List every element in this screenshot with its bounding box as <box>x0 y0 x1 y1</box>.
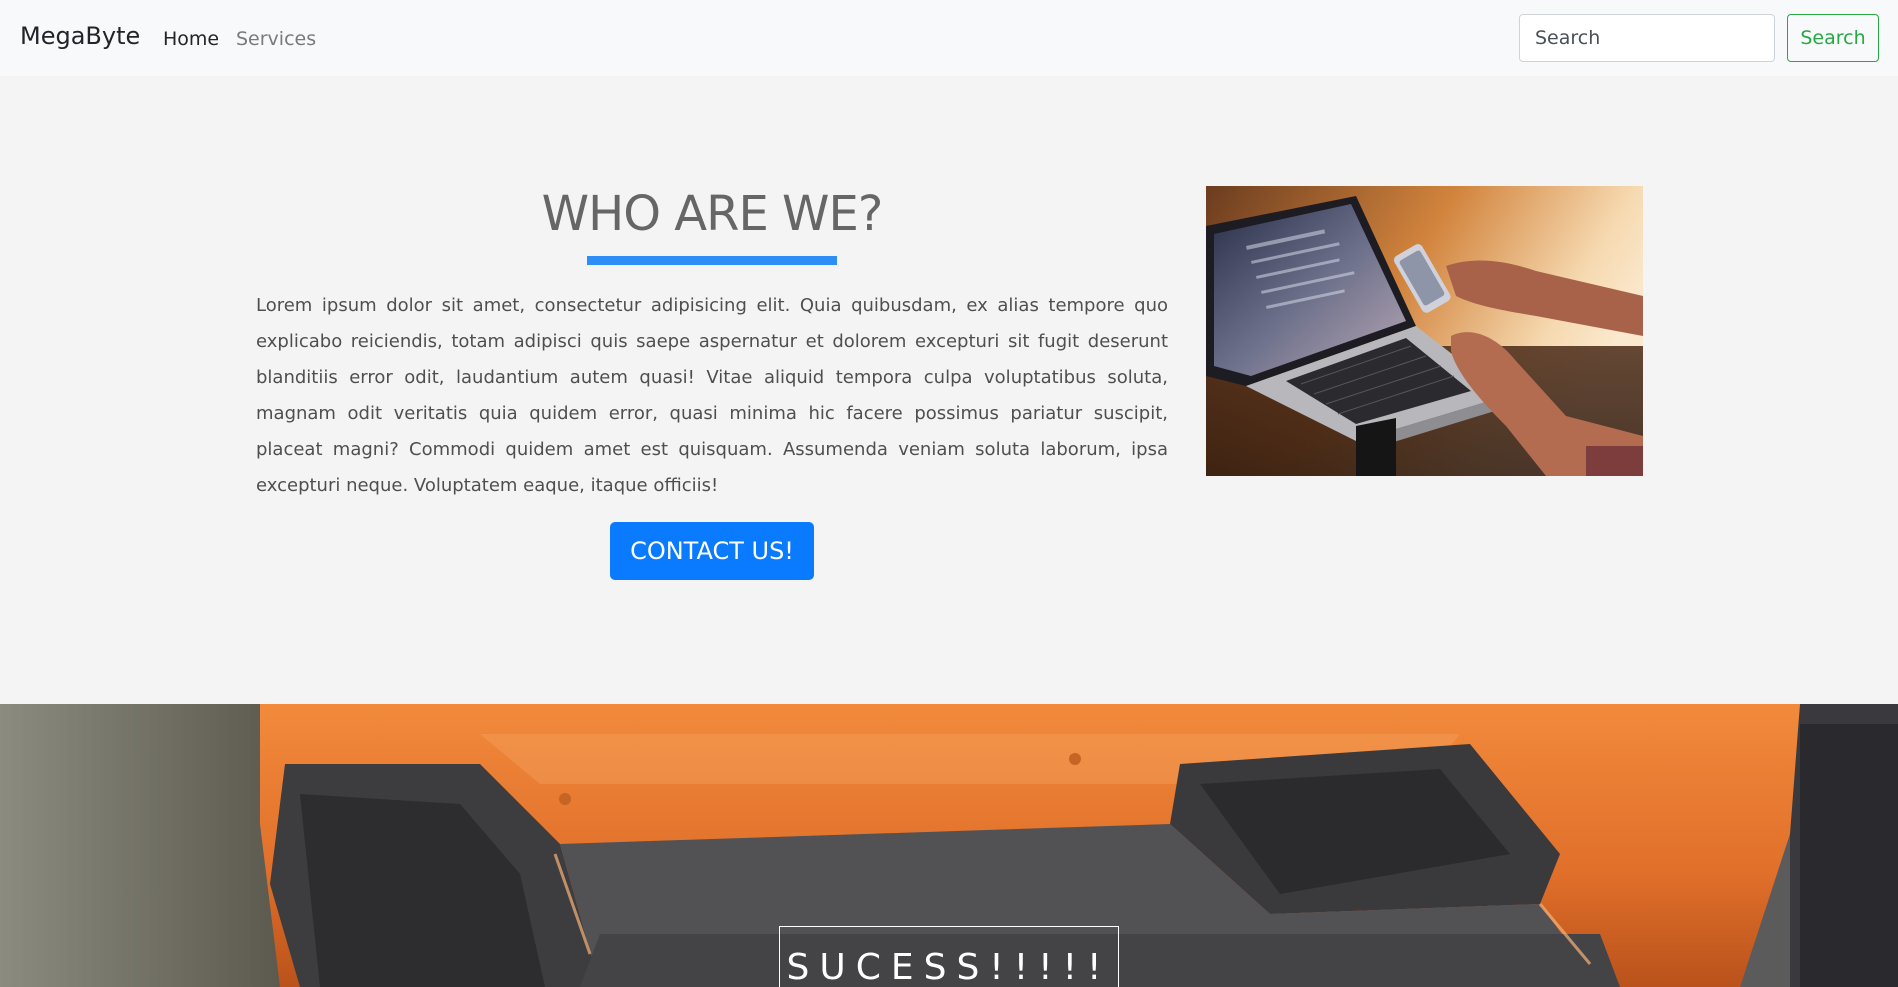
search-button[interactable]: Search <box>1787 14 1879 62</box>
laptop-image <box>1206 186 1643 476</box>
contact-us-button[interactable]: CONTACT US! <box>610 522 814 580</box>
about-text: Lorem ipsum dolor sit amet, consectetur … <box>256 295 1168 496</box>
about-title: WHO ARE WE? <box>541 186 884 242</box>
navbar: MegaByte Home Services Search <box>0 0 1898 76</box>
laptop-photo-icon <box>1206 186 1643 476</box>
title-underline <box>587 256 837 265</box>
success-text: SUCESS!!!!! <box>786 947 1112 987</box>
car-banner: SUCESS!!!!! <box>0 704 1898 987</box>
brand-logo[interactable]: MegaByte <box>20 22 140 50</box>
success-box: SUCESS!!!!! <box>779 926 1119 987</box>
search-input[interactable] <box>1519 14 1775 62</box>
nav-link-services[interactable]: Services <box>236 28 316 50</box>
nav-link-home[interactable]: Home <box>163 28 219 50</box>
about-section: WHO ARE WE? Lorem ipsum dolor sit amet, … <box>0 76 1898 704</box>
